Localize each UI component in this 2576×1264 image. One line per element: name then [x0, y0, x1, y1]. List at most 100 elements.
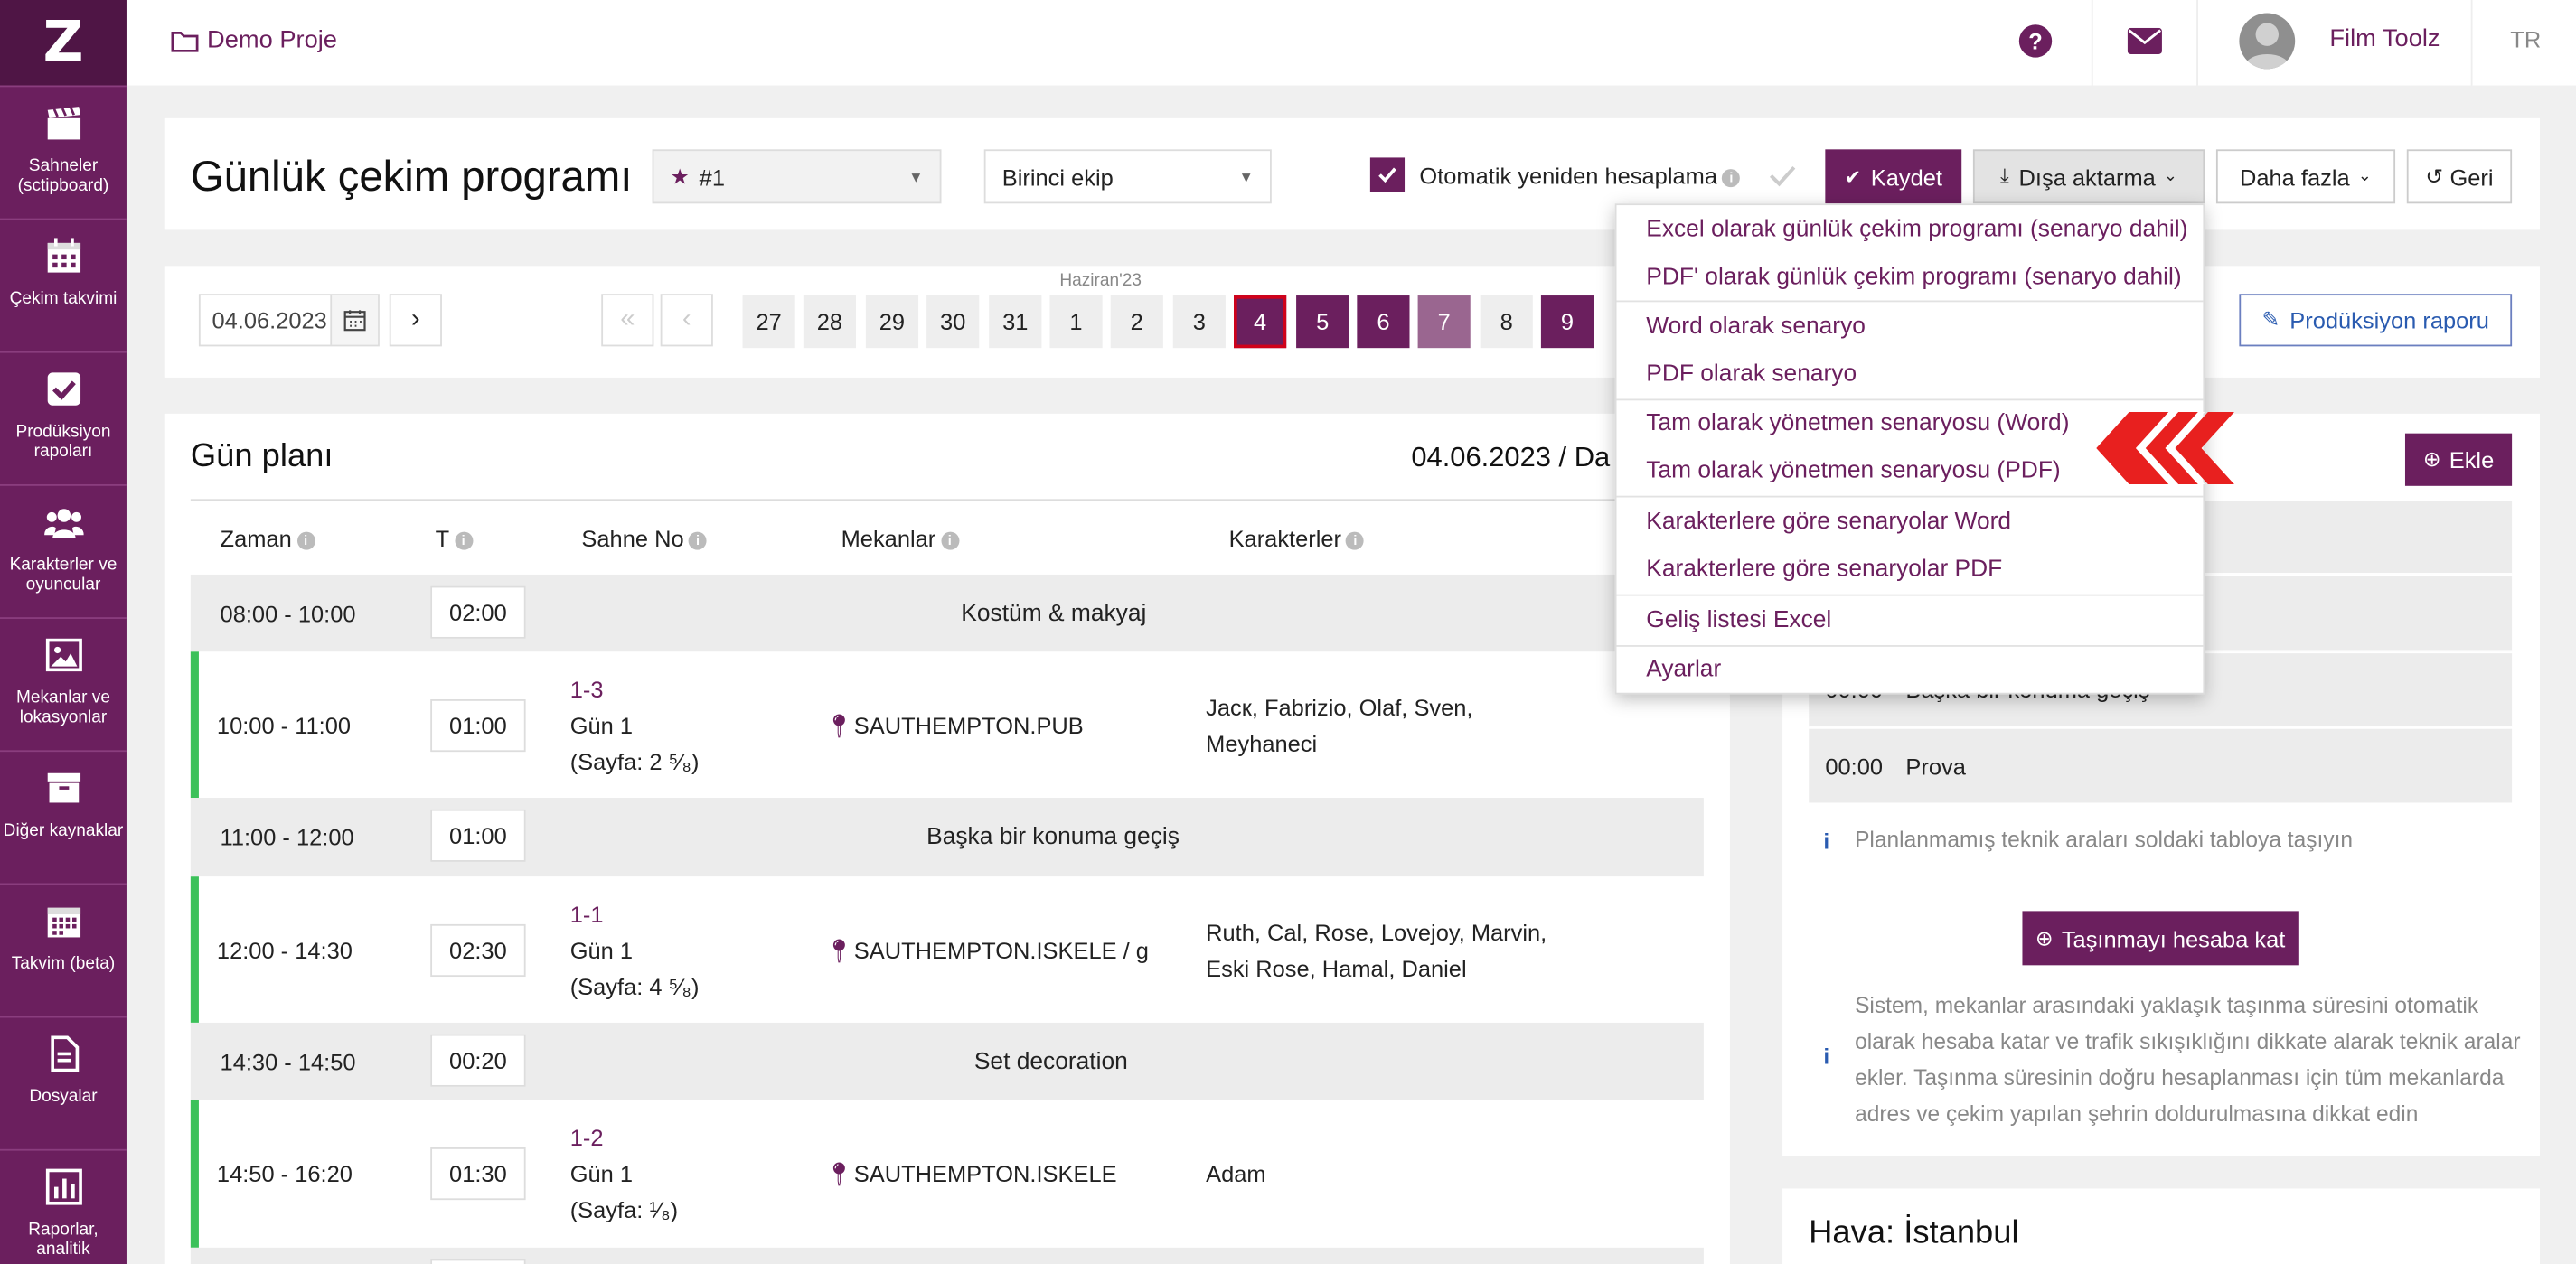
sidebar-item-scenes[interactable]: Sahneler (sctipboard) [0, 85, 127, 218]
day-button-5[interactable]: 5 [1296, 295, 1349, 349]
table-row[interactable]: 12:00 - 14:30 02:30 1-1 Gün 1 (Sayfa: 4 … [190, 876, 1704, 1023]
time-range: 10:00 - 11:00 [216, 712, 352, 739]
duration-input[interactable]: 00:20 [430, 1034, 526, 1087]
day-button-6[interactable]: 6 [1357, 295, 1410, 349]
duration-input[interactable]: 02:00 [430, 585, 526, 639]
sidebar-item-calendar-beta[interactable]: Takvim (beta) [0, 883, 127, 1016]
duration-input[interactable]: 02:30 [430, 923, 526, 978]
sidebar-item-label: Çekim takvimi [9, 288, 118, 309]
table-row[interactable]: 08:00 - 10:00 02:00 Kostüm & makyaj [190, 574, 1704, 652]
characters-line: Ruth, Cal, Rose, Lovejoy, Marvin, [1206, 919, 1547, 946]
menu-item-excel-schedule[interactable]: Excel olarak günlük çekim programı (sena… [1646, 217, 2187, 243]
sidebar-item-label: Takvim (beta) [11, 953, 116, 974]
production-report-button[interactable]: ✎ Prodüksiyon raporu [2239, 294, 2513, 347]
sidebar-item-locations[interactable]: Mekanlar ve lokasyonlar [0, 617, 127, 750]
day-button-2[interactable]: 2 [1110, 295, 1163, 349]
duration-input[interactable]: 01:00 [430, 698, 526, 753]
characters-line: Adam [1206, 1160, 1266, 1187]
crew-select[interactable]: Birinci ekip ▼ [983, 149, 1272, 204]
sidebar-item-label: Mekanlar ve lokasyonlar [15, 688, 110, 727]
file-icon [43, 1035, 83, 1074]
day-button-9[interactable]: 9 [1540, 295, 1594, 349]
table-row[interactable]: 14:30 - 14:50 00:20 Set decoration [190, 1022, 1704, 1100]
characters-line: Eski Rose, Hamal, Daniel [1206, 955, 1467, 982]
export-button[interactable]: ⤓ Dışa aktarma ⌄ [1972, 149, 2205, 204]
day-button-4[interactable]: 4 [1234, 295, 1287, 349]
day-button-28[interactable]: 28 [803, 295, 856, 349]
sidebar-item-characters[interactable]: Karakterler ve oyuncular [0, 483, 127, 617]
next-day-button[interactable]: › [389, 294, 442, 347]
day-button-1[interactable]: 1 [1049, 295, 1103, 349]
day-button-31[interactable]: 31 [989, 295, 1042, 349]
menu-item-characters-pdf[interactable]: Karakterlere göre senaryolar PDF [1646, 557, 2002, 583]
first-page-button[interactable]: « [601, 294, 654, 347]
app-logo[interactable]: Z [0, 0, 127, 86]
plus-circle-icon: ⊕ [2422, 446, 2441, 472]
star-icon: ★ [670, 163, 690, 189]
menu-divider [1616, 594, 2204, 596]
break-item[interactable]: 00:00 Prova [1809, 728, 2513, 803]
menu-item-director-pdf[interactable]: Tam olarak yönetmen senaryosu (PDF) [1646, 458, 2060, 484]
duration-input[interactable]: 01:30 [430, 1147, 526, 1201]
sidebar-item-reports[interactable]: Raporlar, analitik [0, 1148, 127, 1264]
save-button[interactable]: ✔ Kaydet [1825, 149, 1962, 204]
sidebar-item-other-resources[interactable]: Diğer kaynaklar [0, 750, 127, 883]
divider [190, 499, 1704, 501]
sidebar-item-files[interactable]: Dosyalar [0, 1016, 127, 1149]
table-row[interactable]: 11:00 - 12:00 01:00 Başka bir konuma geç… [190, 798, 1704, 877]
add-button[interactable]: ⊕ Ekle [2404, 433, 2513, 486]
date-input[interactable]: 04.06.2023 [201, 307, 331, 333]
day-button-3[interactable]: 3 [1172, 295, 1226, 349]
col-locations: Mekanlar i [841, 525, 959, 551]
duration-input[interactable]: 01:00 [430, 809, 526, 862]
help-icon[interactable]: ? [2018, 24, 2053, 58]
calendar-icon[interactable] [330, 295, 379, 345]
table-row[interactable]: 10:00 - 11:00 01:00 1-3 Gün 1 (Sayfa: 2 … [190, 651, 1704, 799]
prev-page-button[interactable]: ‹ [660, 294, 713, 347]
break-label: Başka bir konuma geçiş [926, 824, 1180, 851]
menu-item-pdf-script[interactable]: PDF olarak senaryo [1646, 361, 1857, 388]
day-button-29[interactable]: 29 [865, 295, 919, 349]
auto-recalc-checkbox[interactable] [1369, 157, 1406, 192]
time-range: 11:00 - 12:00 [220, 824, 354, 851]
characters-line: Meyhaneci [1206, 730, 1318, 757]
mail-icon[interactable] [2127, 27, 2162, 54]
more-button[interactable]: Daha fazla ⌄ [2215, 149, 2396, 204]
scene-link[interactable]: 1-3 [570, 677, 604, 703]
date-field[interactable]: 04.06.2023 [198, 294, 380, 347]
include-move-button[interactable]: ⊕ Taşınmayı hesaba kat [2022, 911, 2299, 966]
project-link[interactable]: Demo Proje [171, 26, 337, 54]
col-characters-label: Karakterler [1228, 525, 1342, 552]
scene-link[interactable]: 1-1 [570, 901, 604, 927]
sidebar-item-production-reports[interactable]: Prodüksiyon rapoları [0, 351, 127, 484]
check-icon: ✔ [1844, 164, 1861, 189]
avatar[interactable] [2239, 13, 2296, 70]
scene-link[interactable]: 1-2 [570, 1125, 604, 1151]
user-name[interactable]: Film Toolz [2329, 24, 2440, 52]
menu-divider [1616, 645, 2204, 647]
table-row[interactable]: 14:50 - 16:20 01:30 1-2 Gün 1 (Sayfa: ¹⁄… [190, 1100, 1704, 1248]
chevron-right-icon: › [410, 304, 420, 333]
menu-item-director-word[interactable]: Tam olarak yönetmen senaryosu (Word) [1646, 410, 2069, 436]
day-button-7[interactable]: 7 [1417, 295, 1471, 349]
language-switch[interactable]: TR [2510, 26, 2541, 52]
menu-item-characters-word[interactable]: Karakterlere göre senaryolar Word [1646, 509, 2011, 535]
version-select[interactable]: ★ #1 ▼ [652, 149, 942, 204]
info-icon: i [689, 531, 708, 550]
day-button-30[interactable]: 30 [926, 295, 980, 349]
day-button-27[interactable]: 27 [742, 295, 795, 349]
menu-item-pdf-schedule[interactable]: PDF' olarak günlük çekim programı (senar… [1646, 265, 2181, 291]
edit-icon: ✎ [2261, 306, 2280, 332]
sidebar-item-shooting-calendar[interactable]: Çekim takvimi [0, 218, 127, 351]
topbar [126, 0, 2576, 86]
menu-item-settings[interactable]: Ayarlar [1646, 657, 1721, 683]
add-label: Ekle [2449, 446, 2495, 473]
back-button[interactable]: ↺ Geri [2406, 149, 2513, 204]
duration-input[interactable] [430, 1259, 526, 1264]
menu-item-arrival-excel[interactable]: Geliş listesi Excel [1646, 607, 1831, 633]
menu-item-word-script[interactable]: Word olarak senaryo [1646, 314, 1866, 340]
sidebar-item-label: Sahneler (sctipboard) [17, 155, 109, 196]
map-pin-icon: 📍︎ [824, 712, 854, 739]
day-button-8[interactable]: 8 [1480, 295, 1533, 349]
save-label: Kaydet [1870, 163, 1942, 190]
